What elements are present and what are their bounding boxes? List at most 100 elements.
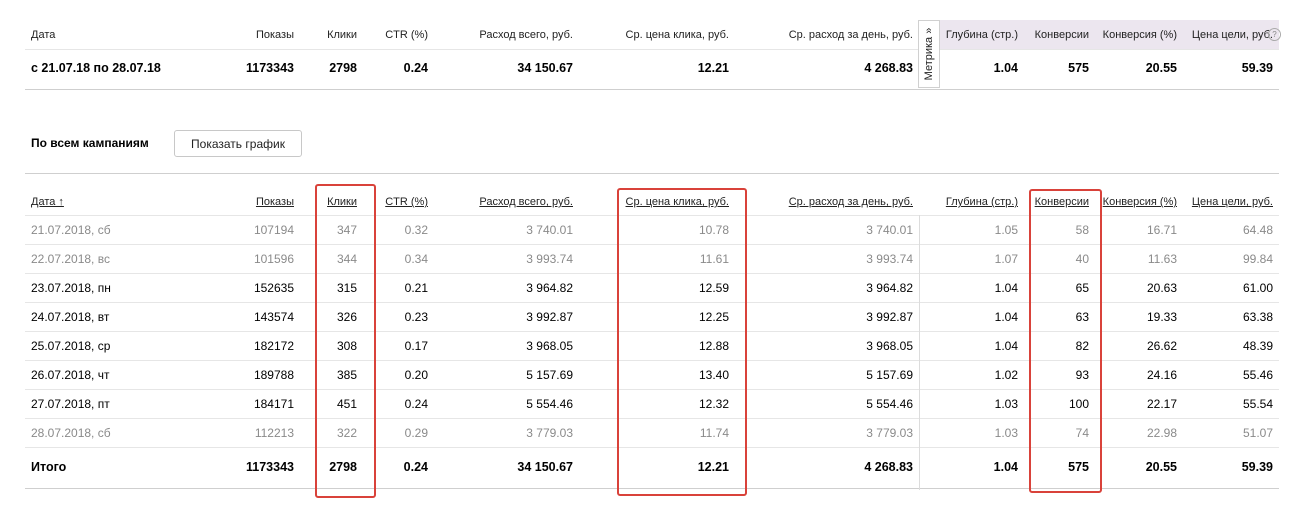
table-cell-ctr: 0.20 (404, 368, 428, 382)
metrika-divider (919, 215, 920, 490)
table-cell-conversion-rate: 19.33 (1146, 310, 1177, 324)
total-cell-spend-total: 34 150.67 (517, 460, 573, 474)
table-cell-avg-daily-spend: 3 968.05 (866, 339, 913, 353)
sort-header-spend-total[interactable]: Расход всего, руб. (440, 196, 573, 208)
table-cell-avg-click-price: 11.61 (699, 252, 729, 266)
sort-header-clicks[interactable]: Клики (305, 196, 357, 208)
sort-header-avg-daily-spend[interactable]: Ср. расход за день, руб. (760, 196, 913, 208)
sort-header-conversion-rate[interactable]: Конверсия (%) (1094, 196, 1177, 208)
table-cell-depth: 1.04 (994, 310, 1018, 324)
sort-header-avg-click-price[interactable]: Ср. цена клика, руб. (590, 196, 729, 208)
table-cell-spend-total: 3 992.87 (526, 310, 573, 324)
table-cell-conversions: 58 (1075, 223, 1089, 237)
table-cell-avg-daily-spend: 3 964.82 (866, 281, 913, 295)
table-cell-conversion-rate: 22.98 (1146, 426, 1177, 440)
table-row-divider (25, 331, 1279, 332)
summary-cell-date: с 21.07.18 по 28.07.18 (31, 61, 161, 75)
summary-cell-clicks: 2798 (329, 61, 357, 75)
table-cell-depth: 1.02 (994, 368, 1018, 382)
summary-bottom-border (25, 89, 1279, 90)
table-cell-avg-click-price: 13.40 (698, 368, 729, 382)
table-cell-conversion-rate: 20.63 (1146, 281, 1177, 295)
table-cell-clicks: 385 (336, 368, 357, 382)
table-cell-conversions: 74 (1075, 426, 1089, 440)
table-cell-avg-daily-spend: 5 157.69 (866, 368, 913, 382)
summary-cell-avg-click-price: 12.21 (697, 61, 729, 75)
summary-cell-depth: 1.04 (993, 61, 1018, 75)
table-cell-impressions: 112213 (254, 426, 294, 440)
table-cell-ctr: 0.21 (404, 281, 428, 295)
table-cell-impressions: 143574 (253, 310, 294, 324)
summary-header-conversion-rate: Конверсия (%) (1102, 29, 1177, 41)
table-cell-conversions: 63 (1075, 310, 1089, 324)
table-cell-spend-total: 5 157.69 (526, 368, 573, 382)
table-cell-conversion-rate: 26.62 (1146, 339, 1177, 353)
table-cell-goal-cost: 48.39 (1242, 339, 1273, 353)
table-cell-conversions: 93 (1075, 368, 1089, 382)
summary-header-conversions: Конверсии (1034, 29, 1089, 41)
total-cell-depth: 1.04 (993, 460, 1018, 474)
table-row-divider (25, 447, 1279, 448)
sort-header-goal-cost[interactable]: Цена цели, руб. (1180, 196, 1273, 208)
table-cell-date: 22.07.2018, вс (31, 252, 110, 266)
table-cell-ctr: 0.17 (404, 339, 428, 353)
sort-header-conversions[interactable]: Конверсии (1022, 196, 1089, 208)
table-cell-clicks: 451 (336, 397, 357, 411)
sort-header-impressions[interactable]: Показы (214, 196, 294, 208)
help-icon[interactable]: ? (1268, 28, 1281, 41)
table-cell-conversions: 82 (1075, 339, 1089, 353)
table-cell-clicks: 322 (336, 426, 357, 440)
total-cell-avg-daily-spend: 4 268.83 (864, 460, 913, 474)
summary-cell-avg-daily-spend: 4 268.83 (864, 61, 913, 75)
table-cell-goal-cost: 55.54 (1242, 397, 1273, 411)
metrika-toggle-button[interactable]: Метрика » (918, 20, 940, 88)
table-cell-date: 27.07.2018, пт (31, 397, 110, 411)
summary-cell-spend-total: 34 150.67 (517, 61, 573, 75)
table-cell-clicks: 315 (336, 281, 357, 295)
total-cell-date: Итого (31, 460, 67, 474)
summary-header-avg-daily-spend: Ср. расход за день, руб. (788, 29, 913, 41)
table-cell-conversion-rate: 22.17 (1146, 397, 1177, 411)
table-cell-avg-daily-spend: 3 993.74 (866, 252, 913, 266)
table-cell-ctr: 0.24 (404, 397, 428, 411)
table-cell-spend-total: 3 993.74 (526, 252, 573, 266)
summary-header-date: Дата (31, 29, 56, 41)
table-cell-goal-cost: 61.00 (1242, 281, 1273, 295)
show-chart-button[interactable]: Показать график (174, 130, 302, 157)
summary-cell-goal-cost: 59.39 (1241, 61, 1273, 75)
section-title: По всем кампаниям (31, 136, 149, 150)
table-cell-spend-total: 5 554.46 (526, 397, 573, 411)
table-cell-clicks: 344 (336, 252, 357, 266)
table-cell-goal-cost: 63.38 (1242, 310, 1273, 324)
sort-header-date[interactable]: Дата ↑ (31, 196, 181, 208)
summary-header-spend-total: Расход всего, руб. (479, 29, 573, 41)
table-cell-clicks: 347 (336, 223, 357, 237)
table-cell-spend-total: 3 964.82 (526, 281, 573, 295)
table-cell-date: 25.07.2018, ср (31, 339, 111, 353)
summary-header-depth: Глубина (стр.) (945, 29, 1018, 41)
table-row-divider (25, 215, 1279, 216)
table-cell-avg-click-price: 10.78 (698, 223, 729, 237)
summary-cell-ctr: 0.24 (403, 61, 428, 75)
table-cell-depth: 1.05 (994, 223, 1018, 237)
table-cell-avg-daily-spend: 3 779.03 (866, 426, 913, 440)
table-top-border (25, 173, 1279, 174)
table-cell-depth: 1.03 (994, 397, 1018, 411)
table-cell-clicks: 326 (336, 310, 357, 324)
table-cell-ctr: 0.32 (404, 223, 428, 237)
table-cell-avg-daily-spend: 3 992.87 (866, 310, 913, 324)
table-cell-clicks: 308 (336, 339, 357, 353)
table-cell-avg-click-price: 12.88 (698, 339, 729, 353)
table-cell-avg-click-price: 12.25 (698, 310, 729, 324)
sort-header-depth[interactable]: Глубина (стр.) (940, 196, 1018, 208)
table-cell-date: 23.07.2018, пн (31, 281, 111, 295)
total-cell-conversions: 575 (1068, 460, 1089, 474)
table-cell-impressions: 101596 (253, 252, 294, 266)
summary-divider (25, 49, 1279, 50)
table-cell-goal-cost: 99.84 (1242, 252, 1273, 266)
sort-header-ctr[interactable]: CTR (%) (368, 196, 428, 208)
table-row-divider (25, 302, 1279, 303)
table-cell-avg-click-price: 12.32 (698, 397, 729, 411)
metrika-toggle-label: Метрика » (923, 27, 935, 81)
summary-header-clicks: Клики (327, 29, 357, 41)
